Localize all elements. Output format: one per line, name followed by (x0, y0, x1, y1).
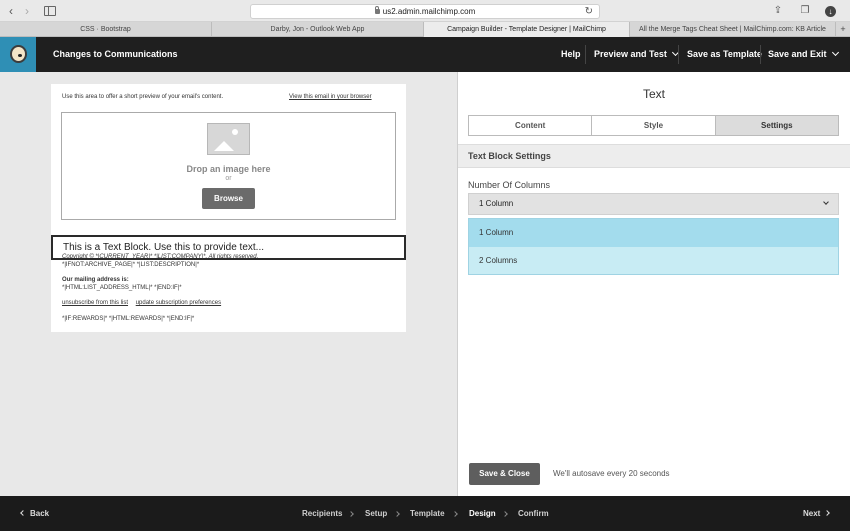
save-as-template-button[interactable]: Save as Template (687, 37, 762, 72)
unsubscribe-link[interactable]: unsubscribe from this list (62, 300, 128, 306)
chevron-down-icon (831, 48, 839, 57)
columns-select-value: 1 Column (479, 199, 514, 208)
address-label: Our mailing address is: (62, 277, 129, 283)
copyright-block[interactable]: Copyright © *|CURRENT_YEAR|* *|LIST:COMP… (62, 253, 258, 269)
browser-tab-active[interactable]: Campaign Builder - Template Designer | M… (424, 22, 630, 37)
panel-title: Text (642, 87, 665, 101)
view-in-browser-link[interactable]: View this email in your browser (289, 94, 372, 100)
address-block[interactable]: Our mailing address is: *|HTML:LIST_ADDR… (62, 276, 182, 292)
back-button[interactable]: Back (20, 496, 50, 531)
sidebar-toggle-icon[interactable] (44, 6, 56, 16)
image-drop-zone[interactable]: Drop an image here or Browse (61, 112, 396, 220)
columns-option-2[interactable]: 2 Columns (469, 247, 838, 275)
columns-dropdown-list: 1 Column 2 Columns (468, 218, 839, 275)
chevron-right-icon (502, 511, 508, 517)
save-close-button[interactable]: Save & Close (469, 463, 540, 485)
rewards-tag[interactable]: *|IF:REWARDS|* *|HTML:REWARDS|* *|END:IF… (62, 315, 194, 323)
preview-test-menu[interactable]: Preview and Test (594, 37, 679, 72)
step-recipients[interactable]: Recipients (302, 496, 342, 531)
settings-tabs: Content Style Settings (468, 115, 839, 136)
chevron-right-icon (348, 511, 354, 517)
save-exit-label: Save and Exit (768, 49, 827, 59)
header-divider (760, 45, 761, 64)
browser-tab[interactable]: Darby, Jon - Outlook Web App (212, 22, 424, 37)
or-text: or (225, 175, 232, 182)
header-divider (678, 45, 679, 64)
back-nav-icon[interactable]: ‹ (4, 4, 18, 18)
update-preferences-link[interactable]: update subscription preferences (136, 300, 221, 306)
campaign-name: Changes to Communications (53, 49, 178, 59)
preheader-text[interactable]: Use this area to offer a short preview o… (62, 94, 223, 100)
address-value: *|HTML:LIST_ADDRESS_HTML|* *|END:IF|* (62, 285, 182, 291)
next-button[interactable]: Next (803, 496, 831, 531)
next-label: Next (803, 509, 821, 518)
browser-tab[interactable]: CSS · Bootstrap (0, 22, 212, 37)
chevron-right-icon (394, 511, 400, 517)
tab-style[interactable]: Style (592, 116, 716, 135)
lock-icon (374, 6, 380, 14)
description-line: *|IFNOT:ARCHIVE_PAGE|* *|LIST:DESCRIPTIO… (62, 262, 200, 268)
address-bar[interactable]: us2.admin.mailchimp.com ↻ (250, 4, 600, 19)
email-canvas: Use this area to offer a short preview o… (51, 84, 406, 332)
browse-button[interactable]: Browse (202, 188, 255, 209)
downloads-icon[interactable]: ↓ (825, 6, 836, 17)
footer-links: unsubscribe from this list update subscr… (62, 299, 227, 307)
columns-option-1[interactable]: 1 Column (469, 219, 838, 247)
header-divider (585, 45, 586, 64)
url-text: us2.admin.mailchimp.com (382, 7, 476, 16)
freddie-icon (10, 45, 27, 63)
mailchimp-logo[interactable] (0, 37, 36, 72)
step-template[interactable]: Template (410, 496, 445, 531)
back-label: Back (30, 509, 50, 518)
chevron-down-icon (823, 199, 829, 205)
step-setup[interactable]: Setup (365, 496, 387, 531)
autosave-note: We'll autosave every 20 seconds (553, 469, 670, 478)
image-placeholder-icon (207, 123, 250, 155)
browser-tab[interactable]: All the Merge Tags Cheat Sheet | MailChi… (630, 22, 836, 37)
help-link[interactable]: Help (561, 37, 581, 72)
tab-content[interactable]: Content (469, 116, 593, 135)
wizard-footer: Back Recipients Setup Template Design Co… (0, 496, 850, 531)
chevron-right-icon (824, 510, 831, 516)
save-exit-menu[interactable]: Save and Exit (768, 37, 839, 72)
preview-test-label: Preview and Test (594, 49, 667, 59)
browser-tab-strip: CSS · Bootstrap Darby, Jon - Outlook Web… (0, 22, 850, 37)
browser-toolbar: ‹ › us2.admin.mailchimp.com ↻ ⇪ ❐ ↓ (0, 0, 850, 22)
columns-select[interactable]: 1 Column (468, 193, 839, 215)
new-tab-button[interactable]: + (836, 22, 850, 37)
columns-label: Number Of Columns (468, 180, 551, 190)
share-icon[interactable]: ⇪ (771, 4, 785, 18)
chevron-left-icon (20, 510, 26, 516)
step-design[interactable]: Design (469, 496, 496, 531)
app-header: Changes to Communications Help Preview a… (0, 37, 850, 72)
tabs-overview-icon[interactable]: ❐ (798, 4, 812, 18)
chevron-right-icon (452, 511, 458, 517)
copyright-line: Copyright © *|CURRENT_YEAR|* *|LIST:COMP… (62, 254, 259, 260)
forward-nav-icon[interactable]: › (20, 4, 34, 18)
tab-settings[interactable]: Settings (715, 116, 838, 135)
email-preview-pane: Use this area to offer a short preview o… (0, 72, 457, 496)
section-header: Text Block Settings (458, 144, 850, 168)
reload-icon[interactable]: ↻ (585, 5, 593, 18)
drop-image-text: Drop an image here (186, 164, 271, 174)
block-settings-panel: Text Content Style Settings Text Block S… (458, 72, 850, 496)
step-confirm[interactable]: Confirm (518, 496, 549, 531)
